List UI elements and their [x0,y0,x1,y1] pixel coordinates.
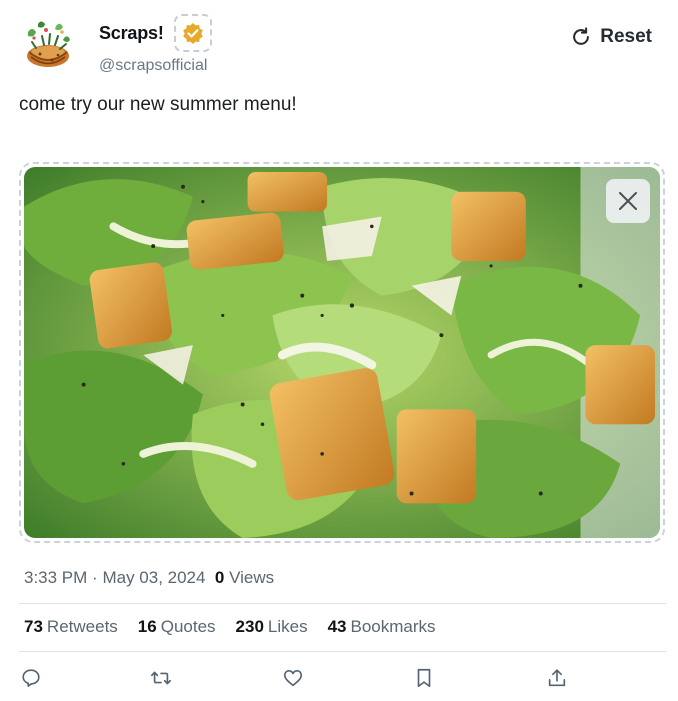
tweet-stats: 73 Retweets 16 Quotes 230 Likes 43 Bookmarks [24,617,436,637]
share-icon [548,669,566,687]
close-media-button[interactable] [606,179,650,223]
bird-nest-logo-icon [27,21,70,67]
bookmarks-label: Bookmarks [350,617,436,636]
retweet-icon [151,671,171,685]
retweet-button[interactable] [149,664,173,692]
tweet-text: come try our new summer menu! [19,94,297,115]
tweet-time[interactable]: 3:33 PM [24,568,87,587]
reset-button[interactable]: Reset [570,26,652,48]
likes-stat[interactable]: 230 Likes [236,617,308,637]
divider [19,651,666,652]
heart-icon [283,670,303,687]
media-container [19,162,665,543]
salad-image [24,167,660,538]
verified-badge-icon [183,23,203,44]
verified-badge [174,14,212,52]
share-button[interactable] [545,664,569,692]
bookmark-button[interactable] [412,664,436,692]
tweet-header: Scraps! @scrapsofficial Reset [18,14,658,78]
quotes-stat[interactable]: 16 Quotes [138,617,216,637]
reset-label: Reset [600,26,652,47]
bookmarks-stat[interactable]: 43 Bookmarks [328,617,436,637]
likes-label: Likes [267,617,308,636]
avatar[interactable] [18,16,76,74]
like-button[interactable] [281,664,305,692]
likes-count: 230 [235,617,264,636]
bookmarks-count: 43 [327,617,347,636]
tweet-date[interactable]: May 03, 2024 [102,568,205,587]
reply-icon [22,669,40,687]
refresh-icon [573,27,590,45]
tweet-meta: 3:33 PM · May 03, 2024 0 Views [24,568,274,588]
retweets-label: Retweets [46,617,118,636]
views-label: Views [229,568,275,587]
salad-photo[interactable] [24,167,660,538]
views-count: 0 [214,568,225,587]
retweets-stat[interactable]: 73 Retweets [24,617,118,637]
bookmark-icon [417,668,431,688]
tweet-actions [19,664,579,694]
display-name[interactable]: Scraps! [99,23,164,44]
close-icon [619,192,637,210]
quotes-label: Quotes [160,617,216,636]
quotes-count: 16 [137,617,157,636]
divider [19,603,666,604]
retweets-count: 73 [24,617,43,636]
meta-separator: · [92,568,98,587]
reply-button[interactable] [19,664,43,692]
handle[interactable]: @scrapsofficial [99,57,207,75]
